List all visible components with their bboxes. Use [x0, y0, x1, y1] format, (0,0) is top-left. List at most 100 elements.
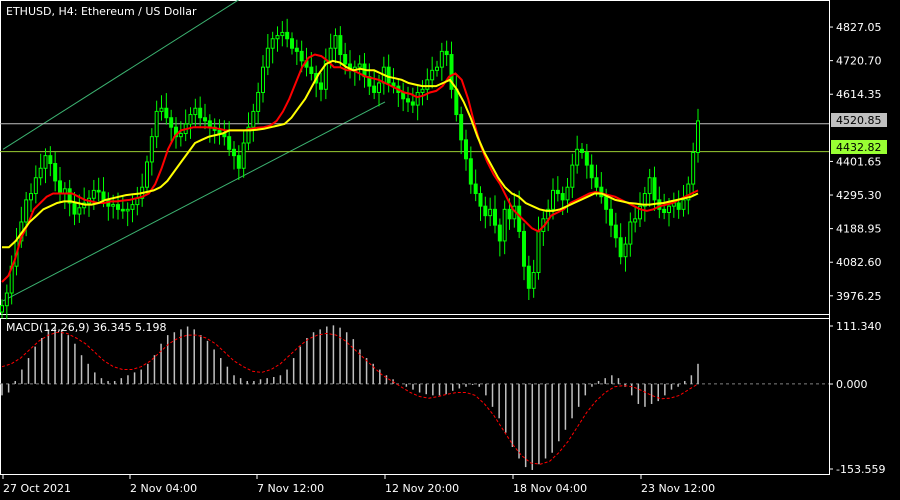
time-axis-label: 18 Nov 04:00 — [513, 482, 587, 495]
candle-body — [531, 272, 536, 289]
candle-body — [464, 139, 468, 160]
macd-signal-line — [1, 331, 699, 465]
indicator-scale[interactable]: 111.340 0.000 -153.559 — [829, 320, 885, 476]
candle-body — [188, 114, 193, 125]
price-scale-label: 4827.05 — [836, 21, 882, 34]
candle-body — [328, 47, 333, 62]
candle-body — [430, 69, 435, 81]
price-scale[interactable]: 4827.05 4720.70 4614.35 4401.65 4295.30 4188.… — [829, 21, 882, 303]
candle-body — [0, 305, 4, 313]
candle-body — [309, 66, 314, 74]
candle-body — [198, 107, 203, 119]
candle-body — [333, 35, 338, 49]
candle-body — [164, 107, 169, 119]
candle-body — [101, 191, 106, 201]
price-scale-label: 4188.95 — [836, 223, 882, 236]
candle-body — [618, 237, 623, 258]
candles — [0, 18, 700, 320]
candle-body — [565, 186, 570, 201]
chart-window[interactable]: ETHUSD, H4: Ethereum / US Dollar MACD(12… — [0, 0, 900, 500]
candle-body — [560, 193, 565, 201]
candle-body — [386, 66, 391, 84]
candle-body — [425, 79, 430, 90]
macd-label: MACD(12,26,9) 36.345 5.198 — [6, 321, 167, 334]
candle-body — [493, 208, 497, 226]
candle-body — [667, 205, 671, 213]
ma-slow-line — [2, 59, 699, 249]
bid-price-badge: 4520.85 — [831, 113, 887, 127]
candle-body — [265, 47, 270, 68]
candle-body — [652, 177, 657, 201]
candle-body — [599, 186, 604, 198]
level-badge-text: 4432.82 — [836, 141, 882, 154]
main-chart-frame — [0, 0, 830, 315]
candle-body — [623, 243, 628, 258]
candle-body — [517, 205, 522, 232]
candle-body — [377, 82, 381, 93]
candle-body — [251, 110, 256, 128]
candle-body — [691, 151, 696, 185]
candle-body — [676, 202, 681, 210]
candle-body — [696, 120, 700, 153]
candle-body — [372, 85, 377, 93]
candle-body — [24, 199, 29, 223]
candle-body — [536, 230, 541, 274]
macd-scale-max: 111.340 — [836, 320, 882, 333]
chart-header: ETHUSD, H4: Ethereum / US Dollar — [6, 5, 197, 18]
candle-body — [319, 82, 323, 90]
candle-body — [468, 158, 473, 185]
candle-body — [459, 114, 464, 141]
candle-body — [280, 31, 285, 37]
candle-body — [555, 189, 560, 195]
description-label: Ethereum / US Dollar — [81, 5, 197, 18]
candle-body — [145, 161, 149, 188]
candle-body — [38, 167, 43, 179]
candle-body — [261, 66, 265, 93]
candle-body — [256, 91, 261, 112]
candle-body — [72, 202, 77, 215]
candle-body — [4, 292, 9, 307]
level-price-badge: 4432.82 — [831, 140, 887, 154]
candle-body — [551, 189, 555, 210]
candle-body — [420, 88, 425, 93]
candle-body — [290, 38, 294, 49]
time-axis-label: 2 Nov 04:00 — [130, 482, 197, 495]
candle-body — [294, 47, 299, 52]
candle-body — [193, 107, 198, 116]
candle-body — [120, 208, 125, 212]
candle-body — [125, 208, 130, 212]
candle-body — [203, 117, 207, 122]
candle-body — [473, 183, 478, 195]
candle-body — [415, 91, 420, 106]
candle-body — [357, 63, 362, 68]
candle-body — [29, 193, 33, 201]
trend-channel[interactable] — [2, 0, 386, 302]
candle-body — [154, 110, 159, 138]
candle-body — [299, 50, 304, 62]
price-scale-label: 3976.25 — [836, 290, 882, 303]
candle-body — [488, 208, 493, 217]
candle-body — [77, 207, 82, 215]
time-axis[interactable]: 27 Oct 2021 2 Nov 04:00 7 Nov 12:00 12 Nov … — [2, 475, 715, 495]
candle-body — [604, 196, 609, 210]
candle-body — [580, 148, 584, 153]
candle-body — [584, 151, 589, 166]
candle-body — [662, 208, 667, 213]
candle-body — [406, 98, 410, 103]
candle-body — [236, 155, 241, 169]
price-scale-label: 4295.30 — [836, 189, 882, 202]
time-axis-label: 23 Nov 12:00 — [641, 482, 715, 495]
candle-body — [149, 136, 154, 163]
horizontal-lines[interactable] — [0, 123, 829, 153]
candle-body — [116, 204, 120, 210]
candle-body — [594, 177, 599, 188]
candle-body — [526, 265, 531, 289]
candle-body — [647, 177, 652, 195]
time-axis-label: 7 Nov 12:00 — [257, 482, 324, 495]
candle-body — [275, 35, 280, 40]
candle-body — [343, 54, 348, 65]
candle-body — [91, 189, 96, 199]
candle-body — [589, 164, 594, 179]
indicator-frame — [0, 318, 830, 475]
macd-indicator — [0, 325, 829, 470]
